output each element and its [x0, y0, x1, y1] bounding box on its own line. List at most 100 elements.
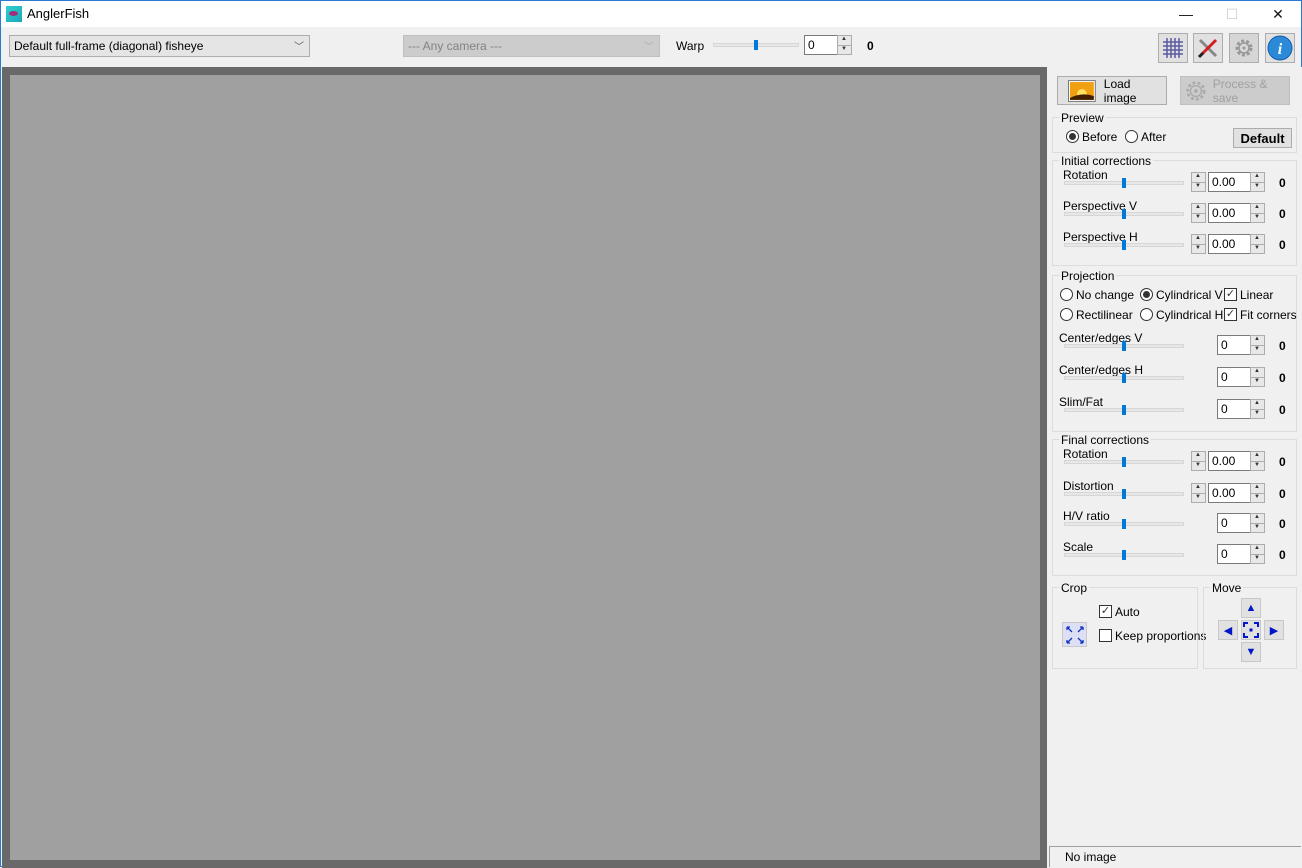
minimize-button[interactable]: — [1163, 1, 1209, 27]
coarse-spinner[interactable] [1191, 234, 1206, 254]
value-display: 0 [1279, 339, 1286, 353]
cylindrical-h-radio[interactable] [1140, 308, 1153, 321]
slider-thumb[interactable] [1122, 550, 1126, 560]
slider-label: Scale [1063, 540, 1094, 554]
value-input[interactable]: 0 [1217, 513, 1251, 533]
process-save-label: Process & save [1212, 76, 1268, 105]
maximize-button[interactable]: ☐ [1209, 1, 1255, 27]
slider-thumb[interactable] [1122, 341, 1126, 351]
center-target-icon [1243, 622, 1259, 638]
info-button[interactable]: i [1265, 33, 1295, 63]
image-canvas[interactable] [10, 75, 1040, 860]
chevron-down-icon: ﹀ [294, 42, 304, 53]
value-input[interactable]: 0.00 [1208, 234, 1251, 254]
default-button[interactable]: Default [1233, 128, 1292, 148]
lens-profile-select[interactable]: Default full-frame (diagonal) fisheye ﹀ [9, 35, 310, 57]
value-input[interactable]: 0 [1217, 367, 1251, 387]
slider-thumb[interactable] [1122, 178, 1126, 188]
after-radio[interactable] [1125, 130, 1138, 143]
slider-thumb[interactable] [1122, 209, 1126, 219]
value-display: 0 [1279, 517, 1286, 531]
value-input[interactable]: 0 [1217, 544, 1251, 564]
move-down-button[interactable]: ▼ [1241, 642, 1261, 662]
slider-label: Rotation [1063, 447, 1108, 461]
value-input[interactable]: 0.00 [1208, 483, 1251, 503]
arrow-down-icon: ▼ [1245, 646, 1257, 658]
fine-spinner[interactable] [1250, 451, 1265, 471]
value-display: 0 [1279, 487, 1286, 501]
cylindrical-v-radio[interactable] [1140, 288, 1153, 301]
arrow-up-icon: ▲ [1245, 602, 1257, 614]
fine-spinner[interactable] [1250, 399, 1265, 419]
value-display: 0 [1279, 176, 1286, 190]
keep-proportions-label: Keep proportions [1115, 629, 1207, 643]
fine-spinner[interactable] [1250, 172, 1265, 192]
arrow-right-icon: ▶ [1269, 624, 1279, 637]
slider-thumb[interactable] [1122, 240, 1126, 250]
crop-fit-button[interactable] [1062, 622, 1087, 647]
linear-checkbox[interactable]: ✓ [1224, 288, 1237, 301]
load-image-button[interactable]: Load image [1057, 76, 1167, 105]
value-input[interactable]: 0 [1217, 399, 1251, 419]
tools-button[interactable] [1193, 33, 1223, 63]
fine-spinner[interactable] [1250, 544, 1265, 564]
coarse-spinner[interactable] [1191, 483, 1206, 503]
arrow-left-icon: ◀ [1223, 624, 1233, 637]
coarse-spinner[interactable] [1191, 172, 1206, 192]
grid-button[interactable] [1158, 33, 1188, 63]
slider-label: Slim/Fat [1059, 395, 1104, 409]
fine-spinner[interactable] [1250, 513, 1265, 533]
warp-spinner[interactable] [837, 35, 852, 55]
no-change-radio[interactable] [1060, 288, 1073, 301]
toolbar: Default full-frame (diagonal) fisheye ﹀ … [1, 27, 1301, 67]
slider-thumb[interactable] [1122, 519, 1126, 529]
rectilinear-radio[interactable] [1060, 308, 1073, 321]
move-left-button[interactable]: ◀ [1218, 620, 1238, 640]
fine-spinner[interactable] [1250, 335, 1265, 355]
value-input[interactable]: 0.00 [1208, 203, 1251, 223]
coarse-spinner[interactable] [1191, 203, 1206, 223]
warp-input[interactable]: 0 [804, 35, 838, 55]
value-input[interactable]: 0.00 [1208, 451, 1251, 471]
lens-profile-value: Default full-frame (diagonal) fisheye [14, 39, 204, 53]
value-input[interactable]: 0.00 [1208, 172, 1251, 192]
auto-crop-checkbox[interactable]: ✓ [1099, 605, 1112, 618]
slider-thumb[interactable] [1122, 405, 1126, 415]
slider-thumb[interactable] [1122, 373, 1126, 383]
move-up-button[interactable]: ▲ [1241, 598, 1261, 618]
fine-spinner[interactable] [1250, 234, 1265, 254]
settings-button[interactable] [1229, 33, 1259, 63]
camera-select[interactable]: --- Any camera --- ﹀ [403, 35, 660, 57]
value-input[interactable]: 0 [1217, 335, 1251, 355]
fine-spinner[interactable] [1250, 367, 1265, 387]
before-radio[interactable] [1066, 130, 1079, 143]
info-icon: i [1267, 35, 1293, 61]
fine-spinner[interactable] [1250, 483, 1265, 503]
value-display: 0 [1279, 548, 1286, 562]
rectilinear-label: Rectilinear [1076, 308, 1133, 322]
initial-corrections-title: Initial corrections [1059, 154, 1154, 168]
move-right-button[interactable]: ▶ [1264, 620, 1284, 640]
slider-thumb[interactable] [1122, 489, 1126, 499]
tools-icon [1197, 38, 1218, 59]
fine-spinner[interactable] [1250, 203, 1265, 223]
value-display: 0 [1279, 207, 1286, 221]
slider-label: H/V ratio [1063, 509, 1110, 523]
load-image-label: Load image [1103, 76, 1137, 105]
coarse-spinner[interactable] [1191, 451, 1206, 471]
close-button[interactable]: ✕ [1255, 1, 1301, 27]
process-save-button[interactable]: Process & save [1180, 76, 1290, 105]
keep-proportions-checkbox[interactable] [1099, 629, 1112, 642]
fit-corners-checkbox[interactable]: ✓ [1224, 308, 1237, 321]
warp-slider-thumb[interactable] [754, 40, 758, 50]
move-center-button[interactable] [1241, 620, 1261, 640]
value-display: 0 [1279, 238, 1286, 252]
value-display: 0 [1279, 403, 1286, 417]
value-display: 0 [1279, 371, 1286, 385]
slider-label: Center/edges H [1059, 363, 1144, 377]
value-display: 0 [1279, 455, 1286, 469]
slider-thumb[interactable] [1122, 457, 1126, 467]
gear-icon [1186, 80, 1206, 101]
status-bar: No image [1049, 846, 1301, 867]
crop-title: Crop [1059, 581, 1090, 595]
